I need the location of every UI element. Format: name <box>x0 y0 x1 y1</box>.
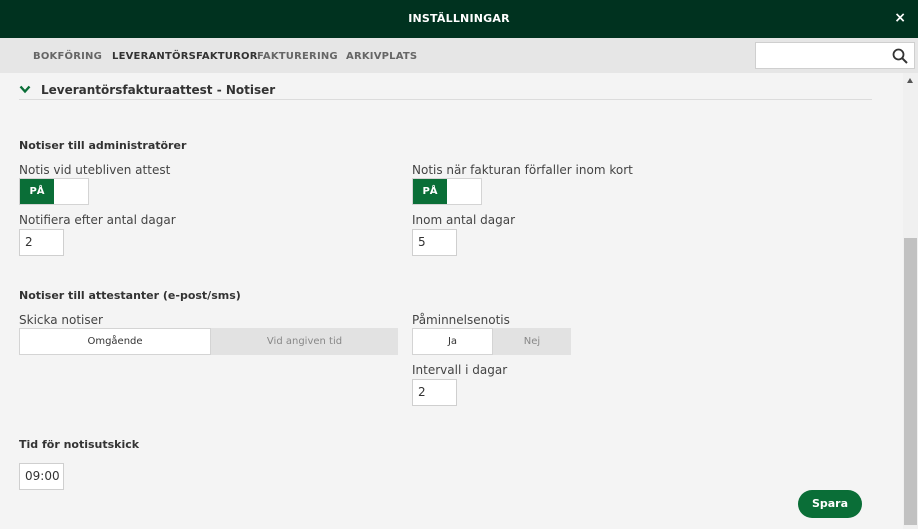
send-at-time-option[interactable]: Vid angiven tid <box>211 328 398 355</box>
scrollbar-thumb[interactable] <box>904 238 917 525</box>
attesters-heading: Notiser till attestanter (e-post/sms) <box>19 289 241 302</box>
close-icon[interactable]: × <box>894 10 906 26</box>
tab-bokforing[interactable]: BOKFÖRING <box>33 51 102 62</box>
reminder-yes-option[interactable]: Ja <box>412 328 493 355</box>
admin-heading: Notiser till administratörer <box>19 139 187 152</box>
toggle-on-label: PÅ <box>20 179 54 204</box>
section-title[interactable]: Leverantörsfakturaattest - Notiser <box>41 83 275 97</box>
interval-input[interactable]: 2 <box>412 379 457 406</box>
search-icon[interactable] <box>892 48 908 64</box>
scrollbar[interactable] <box>903 73 918 529</box>
missing-attest-label: Notis vid utebliven attest <box>19 163 171 177</box>
missing-attest-toggle[interactable]: PÅ <box>19 178 89 205</box>
tab-bar: BOKFÖRING LEVERANTÖRSFAKTUROR FAKTURERIN… <box>0 38 918 73</box>
send-time-heading: Tid för notisutskick <box>19 438 140 451</box>
send-notices-label: Skicka notiser <box>19 313 103 327</box>
within-days-input[interactable]: 5 <box>412 229 457 256</box>
send-immediately-option[interactable]: Omgående <box>19 328 211 355</box>
due-soon-toggle[interactable]: PÅ <box>412 178 482 205</box>
search-input[interactable] <box>756 43 886 68</box>
due-soon-label: Notis när fakturan förfaller inom kort <box>412 163 633 177</box>
search-box <box>755 42 915 69</box>
chevron-down-icon[interactable] <box>19 85 31 94</box>
dialog-header: INSTÄLLNINGAR × <box>0 0 918 38</box>
save-button[interactable]: Spara <box>798 490 862 518</box>
interval-label: Intervall i dagar <box>412 363 508 377</box>
reminder-label: Påminnelsenotis <box>412 313 510 327</box>
tab-fakturering[interactable]: FAKTURERING <box>257 51 338 62</box>
send-time-input[interactable]: 09:00 <box>19 463 64 490</box>
notify-after-label: Notifiera efter antal dagar <box>19 213 176 227</box>
divider <box>19 99 872 100</box>
tab-arkivplats[interactable]: ARKIVPLATS <box>346 51 417 62</box>
tab-leverantorsfakturor[interactable]: LEVERANTÖRSFAKTUROR <box>112 51 258 62</box>
settings-content: Leverantörsfakturaattest - Notiser Notis… <box>0 73 903 529</box>
within-days-label: Inom antal dagar <box>412 213 516 227</box>
dialog-title: INSTÄLLNINGAR <box>408 12 510 25</box>
scroll-up-icon[interactable] <box>907 78 913 83</box>
reminder-no-option[interactable]: Nej <box>493 328 571 355</box>
notify-after-input[interactable]: 2 <box>19 229 64 256</box>
toggle-on-label: PÅ <box>413 179 447 204</box>
